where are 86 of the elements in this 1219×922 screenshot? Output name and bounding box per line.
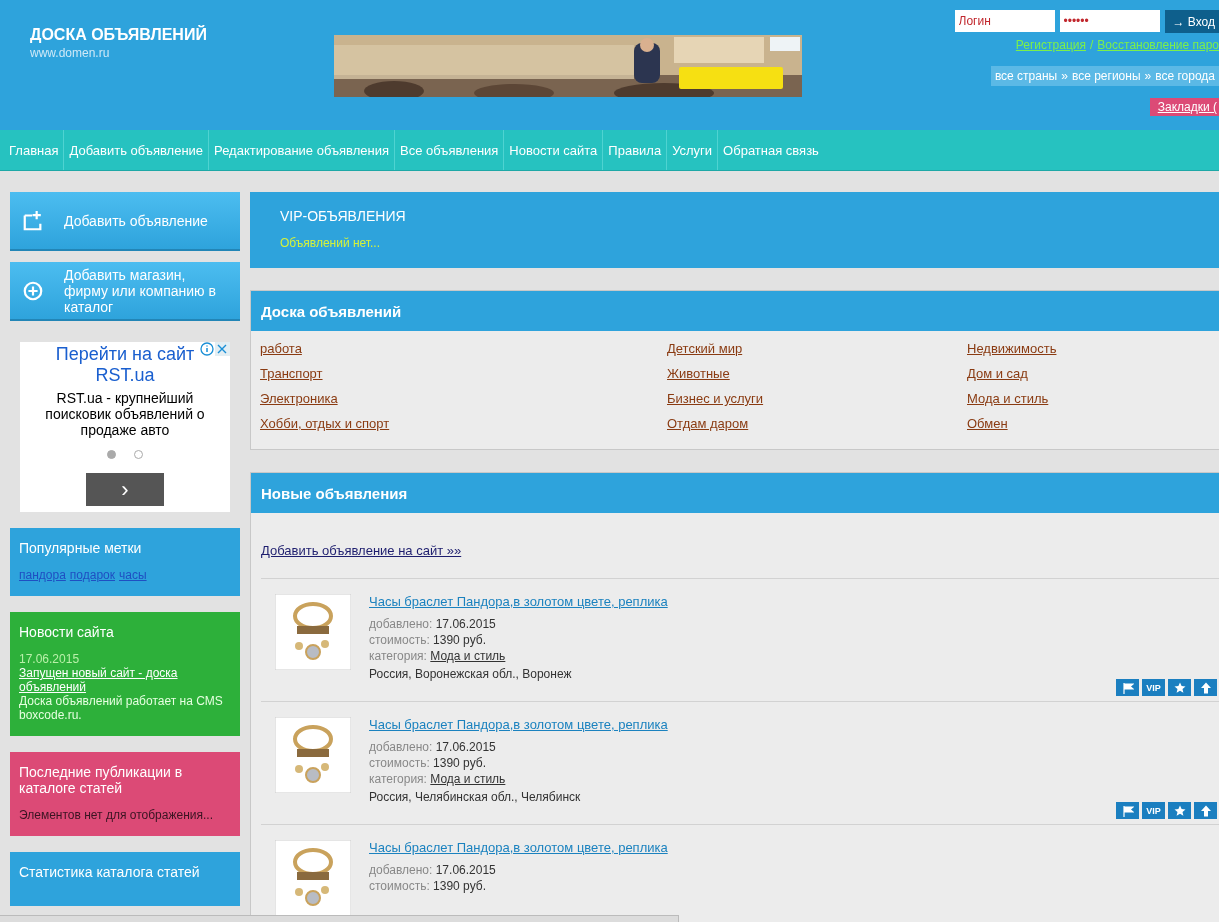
category-link[interactable]: Отдам даром	[667, 416, 967, 431]
star-icon	[1173, 681, 1186, 694]
panel-title: Доска объявлений	[261, 302, 402, 320]
category-link[interactable]: Обмен	[967, 416, 1210, 431]
ad-text: RST.ua - крупнейший поисковик объявлений о продаже авто	[44, 390, 206, 438]
category-link[interactable]: Недвижимость	[967, 341, 1210, 356]
up-arrow-icon	[1199, 681, 1212, 694]
raise-button[interactable]	[1194, 679, 1217, 696]
location-separator: »	[1144, 69, 1152, 83]
location-link[interactable]: все страны	[994, 69, 1058, 83]
add-ad-link[interactable]: Добавить объявление на сайт »»	[261, 543, 462, 558]
added-date: добавлено: 17.06.2015	[369, 862, 497, 878]
panel-title: Статистика каталога статей	[19, 864, 201, 880]
add-page-icon	[22, 209, 44, 232]
panel-title: Новые объявления	[261, 484, 408, 502]
tag-link[interactable]: часы	[119, 568, 147, 582]
news-text: Доска объявлений работает на CMS boxcode.ru.	[19, 694, 224, 722]
nav-link[interactable]: Новости сайта	[504, 130, 604, 170]
category-link[interactable]: Дом и сад	[967, 366, 1210, 381]
ad-title-link[interactable]: Часы браслет Пандора,в золотом цвете, реплика	[369, 840, 668, 856]
nav-link[interactable]: Все объявления	[395, 130, 505, 170]
up-arrow-icon	[1199, 804, 1212, 817]
nav-link[interactable]: Главная	[4, 130, 65, 170]
login-field[interactable]: Логин	[954, 10, 1055, 32]
tag-link[interactable]: пандора	[19, 568, 66, 582]
site-title[interactable]: ДОСКА ОБЪЯВЛЕНИЙ	[30, 26, 334, 44]
category-link[interactable]: Хобби, отдых и спорт	[260, 416, 667, 431]
bookmarks-link[interactable]: Закладки (	[1149, 98, 1219, 116]
account-link[interactable]: Восстановление паро	[1097, 38, 1219, 52]
panel-title: VIP-ОБЪЯВЛЕНИЯ	[280, 208, 407, 224]
raise-button[interactable]	[1194, 802, 1217, 819]
added-date: добавлено: 17.06.2015	[369, 616, 497, 632]
next-button[interactable]: ›	[86, 473, 164, 506]
account-link[interactable]: Регистрация	[1015, 38, 1086, 52]
action-button[interactable]: Добавить объявление	[10, 192, 240, 251]
category-link[interactable]: Детский мир	[667, 341, 967, 356]
panel-title: Последние публикации в каталоге статей	[19, 764, 184, 796]
panel-text: Элементов нет для отображения...	[19, 808, 214, 822]
star-icon	[1173, 804, 1186, 817]
link-separator: /	[1090, 38, 1094, 52]
ad-title-link[interactable]: Часы браслет Пандора,в золотом цвете, реплика	[369, 717, 668, 733]
category-link[interactable]: Электроника	[260, 391, 667, 406]
category-link[interactable]: работа	[260, 341, 667, 356]
category: категория: Мода и стиль	[369, 648, 507, 664]
ad-title-link[interactable]: Часы браслет Пандора,в золотом цвете, реплика	[369, 594, 668, 610]
login-button[interactable]: → Вход	[1164, 10, 1219, 33]
category-link[interactable]: Мода и стиль	[967, 391, 1210, 406]
nav-link[interactable]: Редактирование объявления	[209, 130, 396, 170]
star-button[interactable]	[1168, 679, 1191, 696]
vip-button[interactable]: VIP	[1142, 679, 1165, 696]
site-url: www.domen.ru	[30, 46, 111, 60]
price: стоимость: 1390 руб.	[369, 632, 487, 648]
nav-link[interactable]: Добавить объявление	[64, 130, 210, 170]
tag-link[interactable]: подарок	[69, 568, 115, 582]
flag-icon	[1121, 681, 1134, 694]
star-button[interactable]	[1168, 802, 1191, 819]
price: стоимость: 1390 руб.	[369, 878, 487, 894]
ad-info-icon[interactable]	[200, 342, 230, 356]
flag-icon	[1121, 804, 1134, 817]
nav-link[interactable]: Услуги	[667, 130, 719, 170]
category-link[interactable]: Бизнес и услуги	[667, 391, 967, 406]
price: стоимость: 1390 руб.	[369, 755, 487, 771]
location-link[interactable]: все города	[1155, 69, 1215, 83]
category-link[interactable]: Транспорт	[260, 366, 667, 381]
carousel-dot[interactable]	[107, 450, 116, 459]
plus-circle-icon	[22, 279, 44, 302]
nav-link[interactable]: Обратная связь	[718, 130, 824, 170]
vip-button[interactable]: VIP	[1142, 802, 1165, 819]
ad-location: Россия, Воронежская обл., Воронеж	[369, 666, 573, 682]
panel-title: Новости сайта	[19, 624, 115, 640]
location-separator: »	[1061, 69, 1068, 83]
location-link[interactable]: все регионы	[1071, 69, 1141, 83]
category-link[interactable]: Животные	[667, 366, 967, 381]
news-date: 17.06.2015	[19, 652, 81, 666]
action-button[interactable]: Добавить магазин, фирму или компанию в каталог	[10, 262, 240, 321]
panel-title: Популярные метки	[19, 540, 143, 556]
flag-button[interactable]	[1116, 802, 1139, 819]
password-field[interactable]: ••••••	[1059, 10, 1160, 32]
news-link[interactable]: Запущен новый сайт - доска объявлений	[19, 666, 231, 694]
nav-link[interactable]: Правила	[603, 130, 668, 170]
added-date: добавлено: 17.06.2015	[369, 739, 497, 755]
flag-button[interactable]	[1116, 679, 1139, 696]
ad-title[interactable]: Перейти на сайт RST.ua	[40, 344, 210, 386]
category: категория: Мода и стиль	[369, 771, 507, 787]
ad-location: Россия, Челябинская обл., Челябинск	[369, 789, 582, 805]
empty-text: Объявлений нет...	[280, 236, 382, 250]
